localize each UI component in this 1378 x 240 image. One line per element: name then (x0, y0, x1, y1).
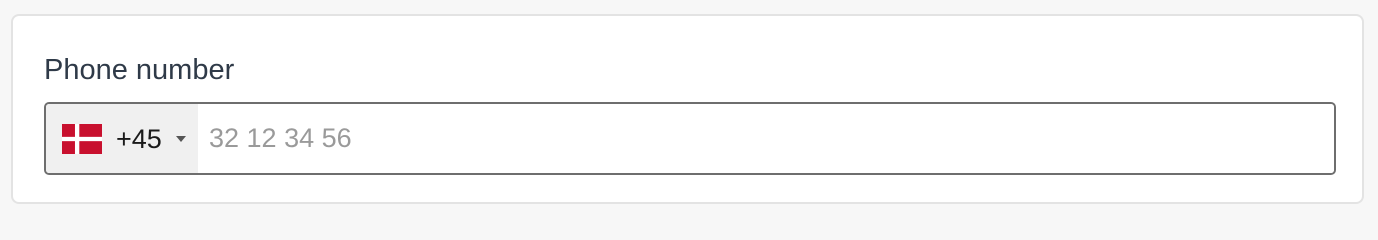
country-code-select[interactable]: +45 (46, 104, 198, 173)
chevron-down-icon (175, 135, 186, 142)
phone-number-input[interactable] (198, 104, 1334, 173)
dial-code: +45 (116, 123, 162, 154)
phone-number-label: Phone number (44, 54, 235, 86)
phone-number-field: +45 (44, 102, 1336, 175)
phone-form-card: Phone number +45 (11, 14, 1364, 204)
denmark-flag-icon (62, 123, 102, 154)
